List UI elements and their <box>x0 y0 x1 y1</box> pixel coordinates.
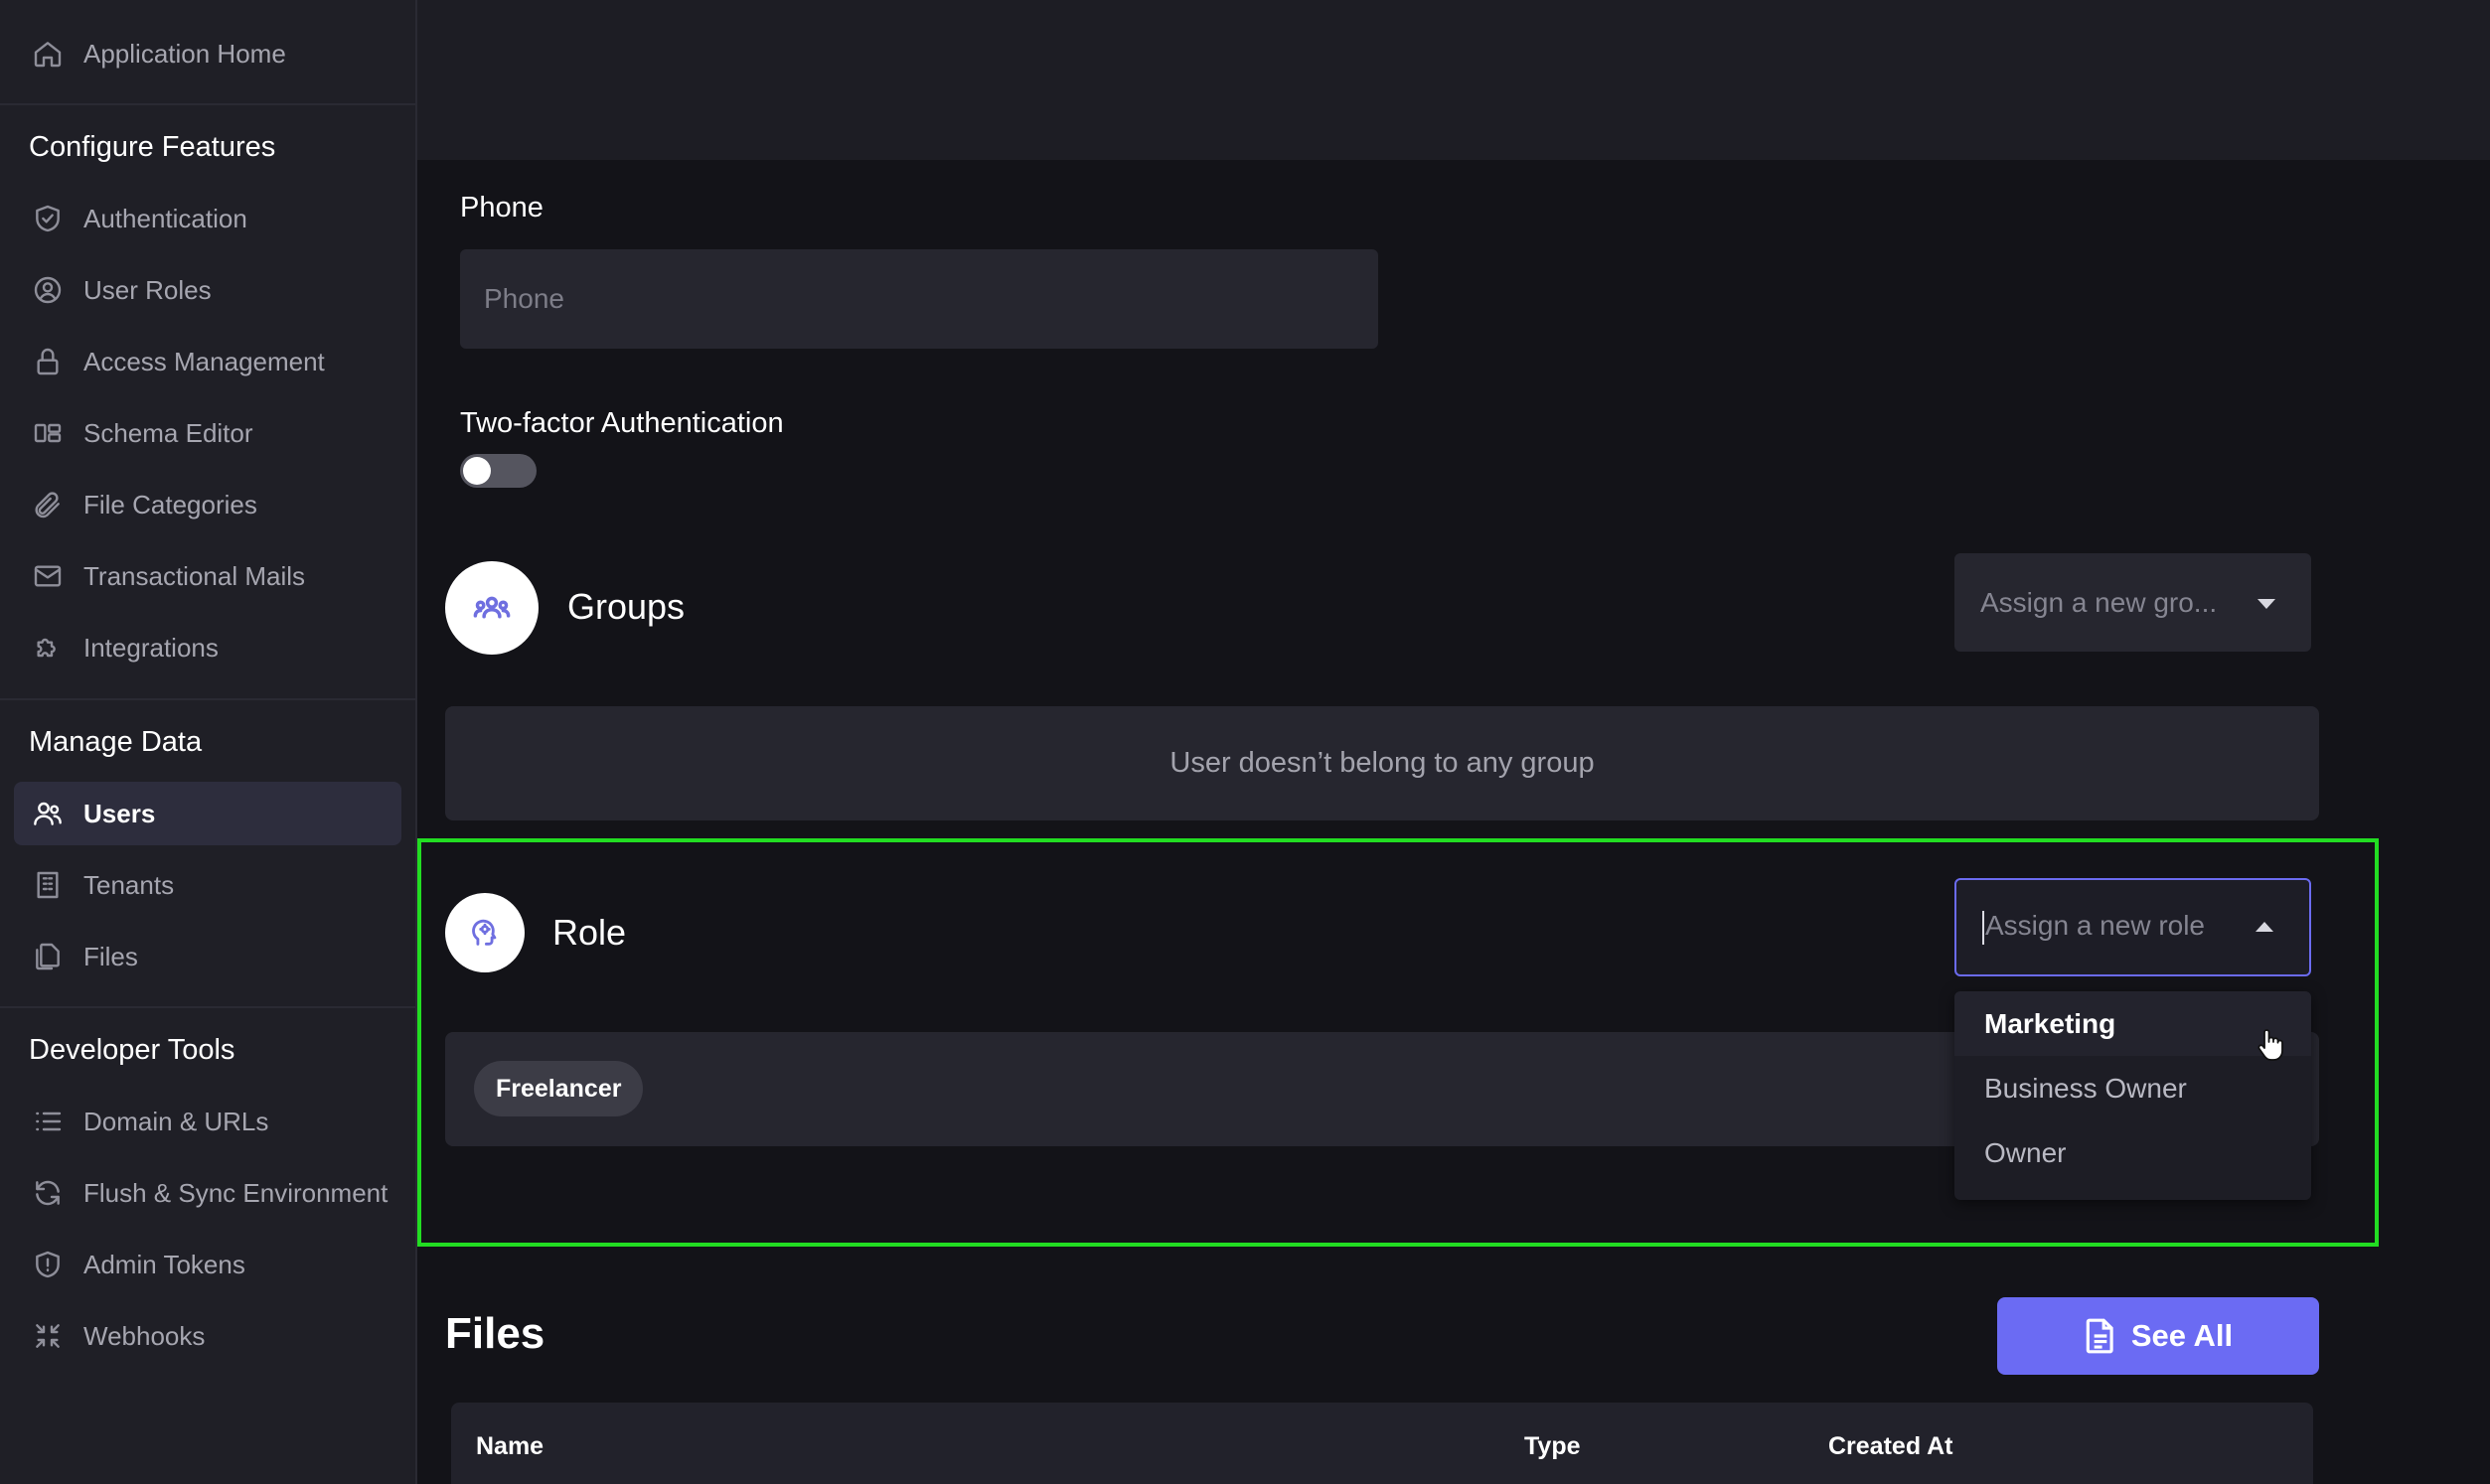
sidebar-item-admin-tokens[interactable]: Admin Tokens <box>14 1233 401 1296</box>
top-bar <box>417 0 2490 160</box>
sidebar-divider <box>0 1006 417 1008</box>
document-icon <box>2086 1318 2113 1354</box>
column-header-type[interactable]: Type <box>1524 1432 1581 1461</box>
building-icon <box>30 867 66 903</box>
sidebar-item-label: Schema Editor <box>83 417 253 448</box>
groups-icon <box>473 596 511 619</box>
sidebar-divider <box>0 698 417 700</box>
role-avatar <box>445 893 525 972</box>
phone-input[interactable] <box>460 249 1378 349</box>
sidebar-item-label: Application Home <box>83 38 286 69</box>
role-title: Role <box>552 912 627 953</box>
paperclip-icon <box>30 487 66 522</box>
sidebar-item-label: Integrations <box>83 632 219 663</box>
mail-icon <box>30 558 66 594</box>
sidebar-item-label: File Categories <box>83 489 257 519</box>
refresh-icon <box>30 1175 66 1211</box>
sidebar-heading-manage: Manage Data <box>29 726 203 758</box>
sidebar-item-label: Admin Tokens <box>83 1249 245 1279</box>
schema-icon <box>30 415 66 451</box>
shield-check-icon <box>30 201 66 236</box>
sidebar-item-authentication[interactable]: Authentication <box>14 187 401 250</box>
sidebar-item-label: User Roles <box>83 274 212 305</box>
role-chip[interactable]: Freelancer <box>474 1061 644 1116</box>
two-factor-toggle[interactable] <box>460 454 537 488</box>
sidebar-item-user-roles[interactable]: User Roles <box>14 258 401 322</box>
role-option-owner[interactable]: Owner <box>1954 1120 2311 1185</box>
groups-avatar <box>445 561 539 655</box>
hand-pointer-icon <box>2257 1029 2283 1061</box>
users-icon <box>30 796 66 831</box>
groups-empty-panel: User doesn’t belong to any group <box>445 706 2319 820</box>
shield-alert-icon <box>30 1247 66 1282</box>
sidebar-heading-configure: Configure Features <box>29 131 276 163</box>
sidebar-item-label: Webhooks <box>83 1320 206 1351</box>
sidebar-item-label: Users <box>83 798 156 828</box>
two-factor-label: Two-factor Authentication <box>460 407 784 439</box>
groups-title: Groups <box>567 586 686 627</box>
sidebar-item-label: Tenants <box>83 869 175 900</box>
user-circle-icon <box>30 272 66 308</box>
home-icon <box>30 36 66 72</box>
sidebar-item-users[interactable]: Users <box>14 782 401 845</box>
groups-empty-text: User doesn’t belong to any group <box>1169 747 1595 779</box>
assign-group-placeholder: Assign a new gro... <box>1980 586 2218 618</box>
files-title: Files <box>445 1309 545 1358</box>
chevron-down-icon <box>2257 598 2275 609</box>
sidebar-item-transactional-mails[interactable]: Transactional Mails <box>14 544 401 608</box>
toggle-knob <box>463 457 491 485</box>
puzzle-icon <box>30 630 66 666</box>
lock-icon <box>30 344 66 379</box>
sidebar-item-webhooks[interactable]: Webhooks <box>14 1304 401 1368</box>
column-header-name[interactable]: Name <box>476 1432 544 1461</box>
sidebar-item-label: Domain & URLs <box>83 1106 269 1136</box>
sidebar-item-flush-sync[interactable]: Flush & Sync Environment <box>14 1161 401 1225</box>
assign-group-select[interactable]: Assign a new gro... <box>1954 553 2311 652</box>
sidebar-divider <box>0 103 417 105</box>
list-icon <box>30 1104 66 1139</box>
chevron-up-icon <box>2256 921 2273 932</box>
assign-role-placeholder: Assign a new role <box>1982 910 2205 945</box>
sidebar-heading-developer: Developer Tools <box>29 1034 235 1066</box>
webhook-icon <box>30 1318 66 1354</box>
sidebar-item-label: Authentication <box>83 203 247 233</box>
brain-head-icon <box>472 919 497 946</box>
sidebar-item-files[interactable]: Files <box>14 925 401 988</box>
assign-role-select[interactable]: Assign a new role <box>1954 878 2311 976</box>
sidebar-item-access-management[interactable]: Access Management <box>14 330 401 393</box>
see-all-button[interactable]: See All <box>1997 1297 2319 1375</box>
sidebar-item-schema-editor[interactable]: Schema Editor <box>14 401 401 465</box>
role-dropdown-menu: Marketing Business Owner Owner <box>1954 991 2311 1200</box>
sidebar-item-label: Access Management <box>83 346 325 376</box>
see-all-label: See All <box>2130 1318 2234 1353</box>
sidebar-item-application-home[interactable]: Application Home <box>14 22 401 85</box>
sidebar-item-tenants[interactable]: Tenants <box>14 853 401 917</box>
column-header-created-at[interactable]: Created At <box>1828 1432 1953 1461</box>
assign-role-placeholder-text: Assign a new role <box>1985 910 2206 942</box>
sidebar-item-label: Transactional Mails <box>83 560 306 591</box>
sidebar-item-integrations[interactable]: Integrations <box>14 616 401 679</box>
phone-label: Phone <box>460 192 544 223</box>
sidebar-item-file-categories[interactable]: File Categories <box>14 473 401 536</box>
text-cursor <box>1982 910 1984 945</box>
sidebar-item-label: Files <box>83 941 138 971</box>
sidebar-item-label: Flush & Sync Environment <box>83 1177 389 1208</box>
files-table-header <box>451 1403 2313 1484</box>
sidebar: Application Home Configure Features Auth… <box>0 0 417 1484</box>
sidebar-item-domain-urls[interactable]: Domain & URLs <box>14 1090 401 1153</box>
role-option-business-owner[interactable]: Business Owner <box>1954 1056 2311 1120</box>
files-icon <box>30 939 66 974</box>
